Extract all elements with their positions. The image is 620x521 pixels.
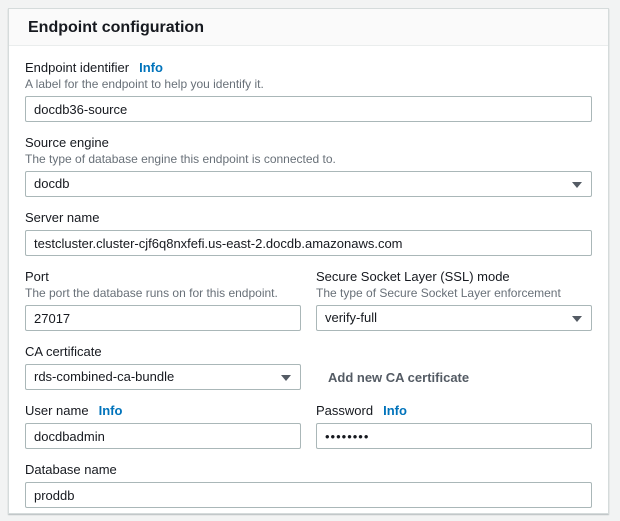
port-label-row: Port [25,269,301,285]
field-source-engine: Source engine The type of database engin… [25,135,592,197]
ssl-mode-select[interactable]: verify-full [316,305,592,331]
endpoint-identifier-input[interactable] [25,96,592,122]
field-password: Password Info [316,403,592,449]
password-info-link[interactable]: Info [383,403,407,419]
source-engine-select[interactable]: docdb [25,171,592,197]
ca-certificate-label: CA certificate [25,344,102,360]
database-name-label: Database name [25,462,117,478]
field-ssl-mode: Secure Socket Layer (SSL) mode The type … [316,269,592,331]
panel-header: Endpoint configuration [9,9,608,46]
field-database-name: Database name [25,462,592,508]
ca-certificate-label-row: CA certificate [25,344,592,360]
server-name-label-row: Server name [25,210,592,226]
database-name-input[interactable] [25,482,592,508]
caret-down-icon [572,182,582,188]
source-engine-label-row: Source engine [25,135,592,151]
user-name-label-row: User name Info [25,403,301,419]
field-row-port-ssl: Port The port the database runs on for t… [25,269,592,331]
source-engine-help: The type of database engine this endpoin… [25,152,592,167]
field-user-name: User name Info [25,403,301,449]
ssl-mode-label: Secure Socket Layer (SSL) mode [316,269,510,285]
endpoint-identifier-label: Endpoint identifier [25,60,129,76]
field-row-credentials: User name Info Password Info [25,403,592,449]
endpoint-configuration-panel: Endpoint configuration Endpoint identifi… [8,8,609,514]
port-input[interactable] [25,305,301,331]
ca-certificate-select-value: rds-combined-ca-bundle [34,365,174,389]
panel-body: Endpoint identifier Info A label for the… [9,46,608,508]
ca-certificate-select[interactable]: rds-combined-ca-bundle [25,364,301,390]
field-port: Port The port the database runs on for t… [25,269,301,331]
password-label-row: Password Info [316,403,592,419]
user-name-label: User name [25,403,89,419]
server-name-input[interactable] [25,230,592,256]
server-name-label: Server name [25,210,99,226]
add-new-ca-certificate-link[interactable]: Add new CA certificate [328,370,469,385]
panel-title: Endpoint configuration [28,18,589,37]
field-endpoint-identifier: Endpoint identifier Info A label for the… [25,60,592,122]
endpoint-identifier-label-row: Endpoint identifier Info [25,60,592,76]
port-help: The port the database runs on for this e… [25,286,301,301]
port-label: Port [25,269,49,285]
ssl-mode-help: The type of Secure Socket Layer enforcem… [316,286,592,301]
user-name-info-link[interactable]: Info [99,403,123,419]
field-server-name: Server name [25,210,592,256]
database-name-label-row: Database name [25,462,592,478]
caret-down-icon [572,316,582,322]
source-engine-select-value: docdb [34,172,69,196]
source-engine-label: Source engine [25,135,109,151]
caret-down-icon [281,375,291,381]
password-input[interactable] [316,423,592,449]
endpoint-identifier-help: A label for the endpoint to help you ide… [25,77,592,92]
ssl-mode-select-value: verify-full [325,306,377,330]
ssl-mode-label-row: Secure Socket Layer (SSL) mode [316,269,592,285]
password-label: Password [316,403,373,419]
user-name-input[interactable] [25,423,301,449]
ca-certificate-row: rds-combined-ca-bundle Add new CA certif… [25,364,592,390]
field-ca-certificate: CA certificate rds-combined-ca-bundle Ad… [25,344,592,390]
endpoint-identifier-info-link[interactable]: Info [139,60,163,76]
